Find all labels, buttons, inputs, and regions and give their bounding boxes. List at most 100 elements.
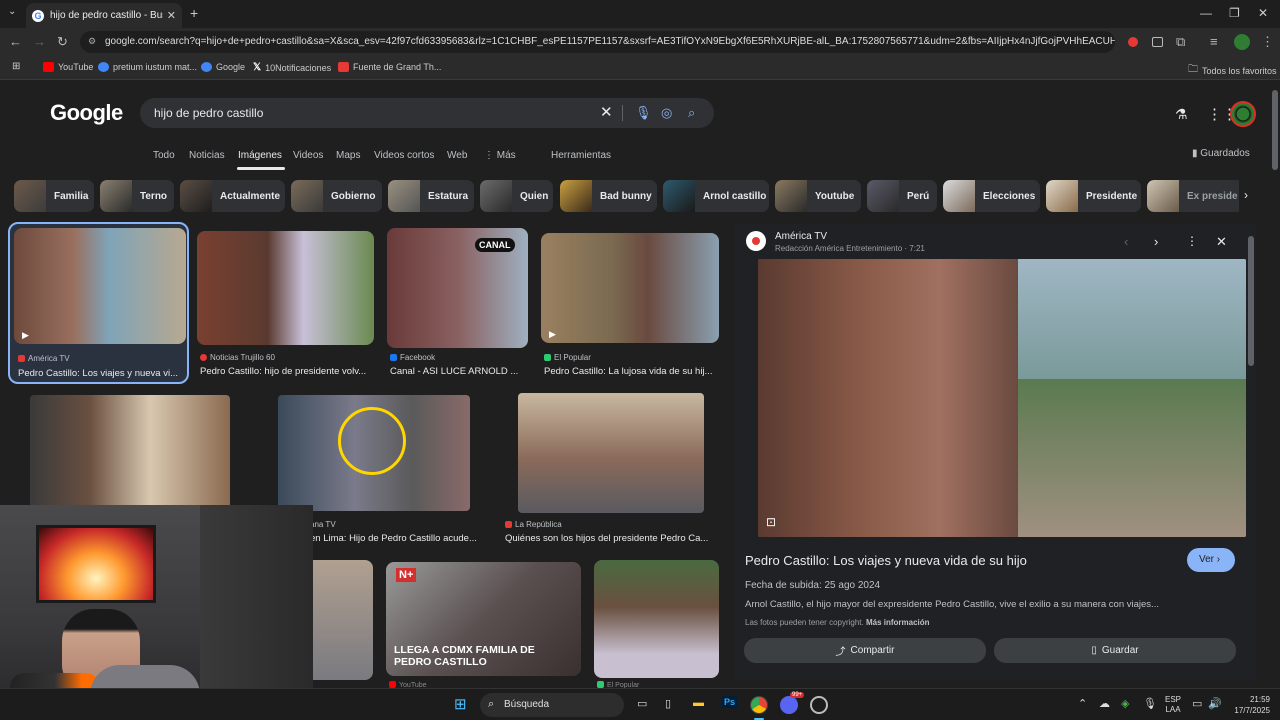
task-view-icon[interactable]: ▭ [637, 697, 647, 710]
tray-chevron-icon[interactable]: ⌃ [1078, 697, 1087, 710]
bookmark-10notificaciones[interactable]: 𝕏 10Notificaciones [253, 62, 331, 73]
share-button[interactable]: ⤴ Compartir [744, 638, 986, 663]
search-box[interactable]: hijo de pedro castillo ✕ 🎙 ◎ ⌕ [140, 98, 714, 128]
chip-bad-bunny[interactable]: Bad bunny [560, 180, 657, 212]
result-card[interactable]: CANAL Facebook Canal - ASI LUCE ARNOLD .… [387, 228, 528, 381]
clock[interactable]: 21:59 17/7/2025 [1226, 694, 1270, 716]
result-card[interactable]: ▶ El Popular Pedro Castillo: La lujosa v… [541, 233, 719, 381]
file-explorer-icon[interactable]: ▬ [693, 697, 704, 709]
tab-noticias[interactable]: Noticias [189, 150, 225, 161]
apps-grid-icon[interactable]: ⊞ [12, 61, 20, 72]
chrome-icon[interactable] [750, 696, 768, 714]
media-control-icon[interactable]: ≡ [1210, 34, 1218, 49]
save-button[interactable]: ▯ Guardar [994, 638, 1236, 663]
google-logo[interactable]: Google [50, 100, 123, 126]
security-icon[interactable]: ◈ [1121, 697, 1129, 710]
tab-videos[interactable]: Videos [293, 150, 323, 161]
tab-web[interactable]: Web [447, 150, 467, 161]
extension-record-icon[interactable] [1128, 37, 1138, 47]
result-card[interactable]: N+ LLEGA A CDMX FAMILIA DE PEDRO CASTILL… [386, 562, 581, 689]
lens-search-icon[interactable]: ◎ [661, 105, 672, 121]
panel-scrollbar[interactable] [1248, 228, 1254, 668]
prev-image-icon[interactable]: ‹ [1124, 234, 1128, 249]
all-favorites[interactable]: 🗀 Todos los favoritos [1188, 62, 1277, 79]
clear-search-icon[interactable]: ✕ [600, 103, 613, 121]
saved-button[interactable]: ▮ Guardados [1192, 148, 1250, 159]
photoshop-icon[interactable]: Ps [722, 696, 738, 708]
menu-kebab-icon[interactable]: ⋮ [1261, 34, 1274, 50]
preview-source[interactable]: América TV [775, 231, 827, 242]
reload-icon[interactable]: ↻ [57, 34, 68, 50]
voice-search-icon[interactable]: 🎙 [635, 105, 652, 121]
restore-icon[interactable]: ❐ [1229, 6, 1240, 20]
result-card[interactable] [14, 395, 246, 513]
tab-imagenes[interactable]: Imágenes [238, 150, 282, 161]
tab-search-chevron-icon[interactable]: ⌄ [8, 6, 16, 17]
labs-flask-icon[interactable]: ⚗ [1175, 106, 1188, 123]
chip-quien[interactable]: Quien [480, 180, 553, 212]
visit-button[interactable]: Ver › [1187, 548, 1235, 572]
address-bar[interactable]: ⚙ google.com/search?q=hijo+de+pedro+cast… [80, 31, 1115, 53]
forward-icon[interactable]: → [33, 34, 46, 49]
extension-icon[interactable] [1152, 37, 1163, 47]
tab-mas[interactable]: ⋮ Más [484, 150, 516, 161]
account-avatar[interactable] [1230, 101, 1256, 127]
browser-tab[interactable]: G hijo de pedro castillo - Buscar c ✕ [26, 3, 182, 28]
chip-actualmente[interactable]: Actualmente [180, 180, 285, 212]
result-card[interactable]: La República Quiénes son los hijos del p… [502, 393, 720, 545]
chip-presidente[interactable]: Presidente [1046, 180, 1141, 212]
chips-next-icon[interactable]: › [1244, 188, 1248, 202]
next-image-icon[interactable]: › [1154, 234, 1158, 249]
windows-start-icon[interactable]: ⊞ [454, 695, 467, 713]
chip-familia[interactable]: Familia [14, 180, 94, 212]
more-options-icon[interactable]: ⋮ [1186, 234, 1198, 248]
taskbar-search[interactable]: ⌕ Búsqueda [480, 693, 624, 717]
site-info-icon[interactable]: ⚙ [88, 36, 96, 47]
network-icon[interactable]: ▭ [1192, 697, 1202, 710]
search-icon[interactable]: ⌕ [688, 105, 695, 121]
chip-gobierno[interactable]: Gobierno [291, 180, 382, 212]
language-indicator[interactable]: ESP LAA [1165, 695, 1181, 715]
microphone-icon[interactable]: 🎙 [1143, 697, 1157, 710]
preview-image[interactable]: ⊡ [758, 259, 1246, 537]
source-logo[interactable] [746, 231, 766, 251]
close-window-icon[interactable]: ✕ [1258, 6, 1268, 20]
chip-ex-presidente[interactable]: Ex preside [1147, 180, 1239, 212]
tab-maps[interactable]: Maps [336, 150, 360, 161]
close-preview-icon[interactable]: ✕ [1216, 234, 1227, 250]
tab-videos-cortos[interactable]: Videos cortos [374, 150, 434, 161]
bookmark-grand-theft[interactable]: Fuente de Grand Th... [338, 62, 441, 72]
widgets-icon[interactable]: ▯ [665, 697, 671, 710]
volume-icon[interactable]: 🔊 [1208, 697, 1222, 710]
tools-button[interactable]: Herramientas [551, 150, 611, 161]
profile-avatar[interactable] [1234, 34, 1250, 50]
back-icon[interactable]: ← [9, 34, 22, 49]
chip-elecciones[interactable]: Elecciones [943, 180, 1040, 212]
tab-todo[interactable]: Todo [153, 150, 175, 161]
result-card[interactable]: Noticias Trujillo 60 Pedro Castillo: hij… [197, 231, 374, 381]
lens-icon[interactable]: ⊡ [766, 515, 776, 529]
result-card-selected[interactable]: ▶ América TV Pedro Castillo: Los viajes … [8, 222, 189, 384]
puzzle-icon[interactable]: ⧉ [1176, 34, 1185, 50]
more-info-link[interactable]: Más información [866, 618, 930, 627]
search-input[interactable]: hijo de pedro castillo [154, 106, 263, 120]
new-tab-icon[interactable]: + [190, 5, 198, 21]
result-card[interactable] [313, 560, 373, 688]
cloud-icon[interactable]: ☁ [1099, 697, 1110, 710]
app-icon[interactable] [810, 696, 828, 714]
chip-estatura[interactable]: Estatura [388, 180, 474, 212]
chip-youtube[interactable]: Youtube [775, 180, 861, 212]
bookmark-google[interactable]: Google [201, 62, 245, 72]
preview-title[interactable]: Pedro Castillo: Los viajes y nueva vida … [745, 553, 1027, 568]
result-card[interactable]: El Popular [594, 560, 719, 689]
chip-arnol-castillo[interactable]: Arnol castillo [663, 180, 769, 212]
chip-peru[interactable]: Perú [867, 180, 937, 212]
chip-terno[interactable]: Terno [100, 180, 174, 212]
page-scrollbar-thumb[interactable] [1272, 90, 1278, 170]
tab-close-icon[interactable]: ✕ [167, 9, 176, 22]
scrollbar-thumb[interactable] [1248, 236, 1254, 366]
discord-icon[interactable]: 99+ [780, 692, 805, 714]
bookmark-youtube[interactable]: YouTube [43, 62, 93, 72]
bookmark-pretium[interactable]: pretium iustum mat... [98, 62, 197, 72]
minimize-icon[interactable]: — [1200, 6, 1212, 20]
